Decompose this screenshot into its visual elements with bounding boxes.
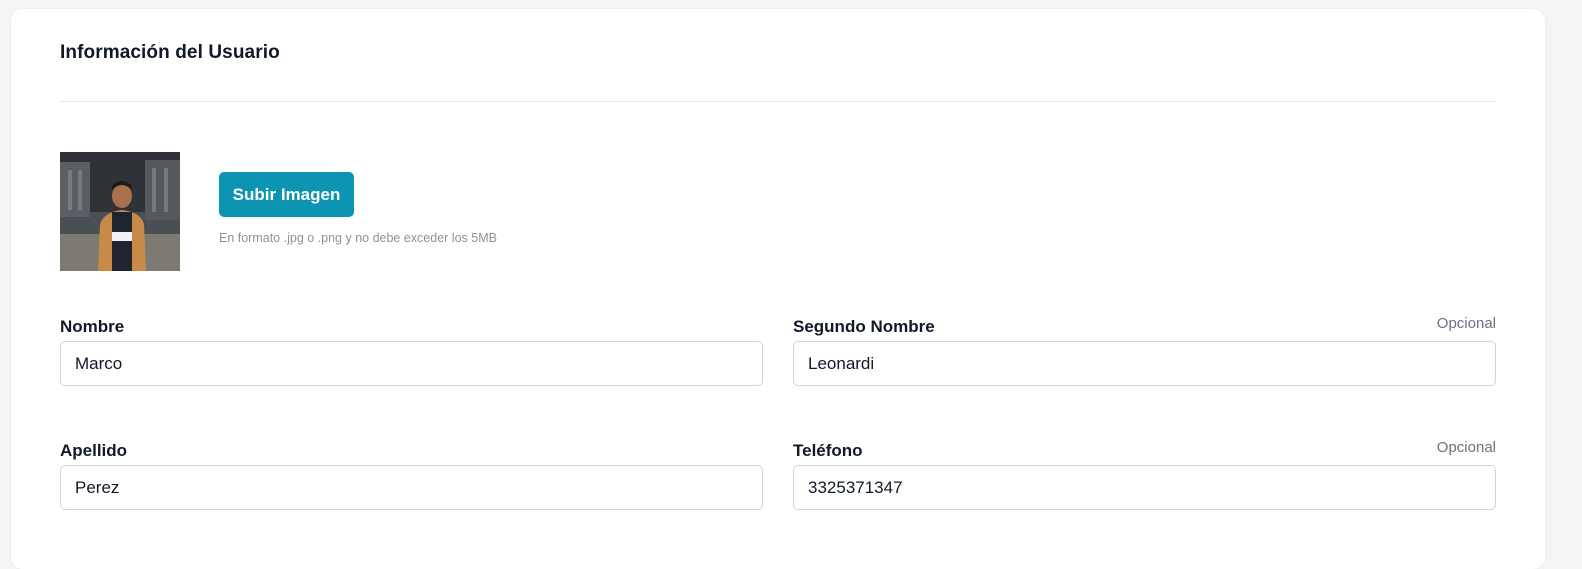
- segundo-nombre-optional-tag: Opcional: [1436, 315, 1496, 332]
- divider: [60, 101, 1496, 102]
- telefono-optional-tag: Opcional: [1436, 439, 1496, 456]
- apellido-input[interactable]: [60, 465, 763, 510]
- profile-photo-image: [60, 152, 180, 271]
- nombre-label: Nombre: [60, 317, 125, 336]
- user-info-card: Información del Usuario Subir Imagen En …: [11, 9, 1545, 569]
- card-title: Información del Usuario: [60, 42, 280, 63]
- upload-hint: En formato .jpg o .png y no debe exceder…: [219, 231, 497, 245]
- telefono-input[interactable]: [793, 465, 1496, 510]
- upload-image-button[interactable]: Subir Imagen: [219, 172, 354, 217]
- nombre-input[interactable]: [60, 341, 763, 386]
- telefono-label: Teléfono: [793, 441, 863, 460]
- segundo-nombre-input[interactable]: [793, 341, 1496, 386]
- apellido-label: Apellido: [60, 441, 128, 460]
- profile-photo: [60, 152, 180, 271]
- segundo-nombre-label: Segundo Nombre: [793, 317, 935, 336]
